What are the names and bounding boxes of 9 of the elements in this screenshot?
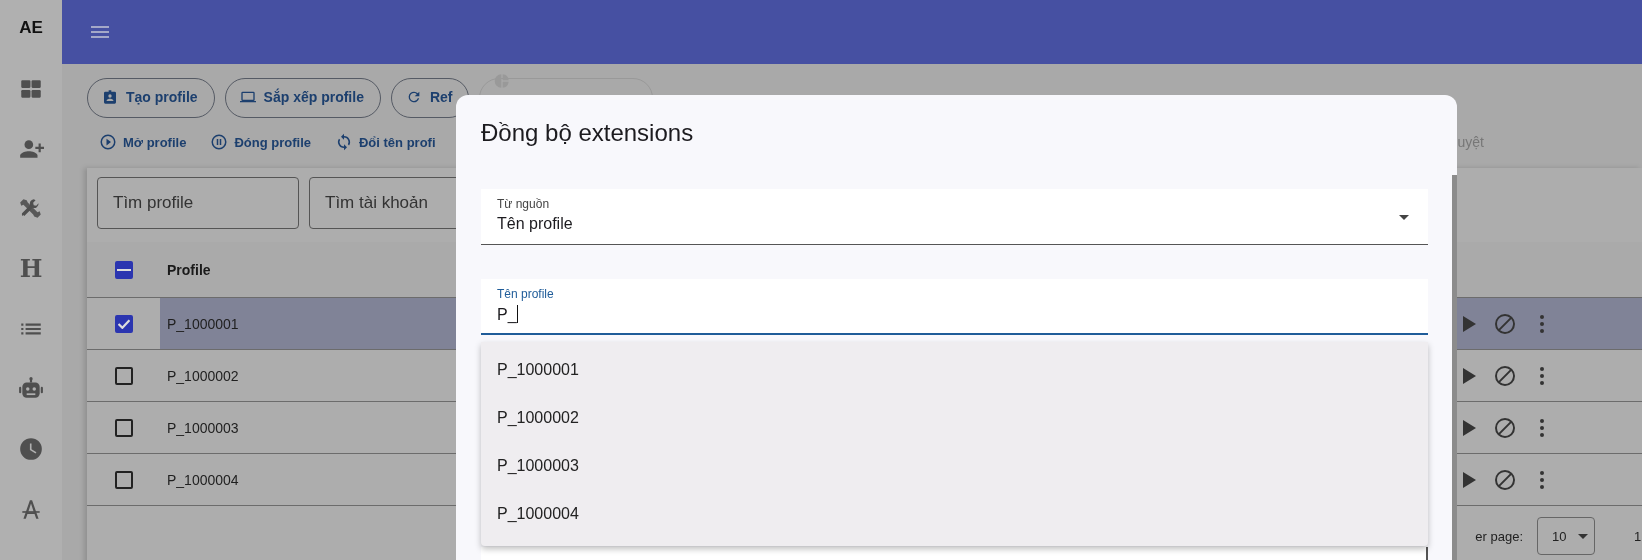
column-header: Profile xyxy=(166,261,211,278)
app-logo: AE xyxy=(19,18,43,39)
dialog-title: Đồng bộ extensions xyxy=(481,119,694,147)
profile-name: P_1000004 xyxy=(167,471,239,488)
profile-name: P_1000001 xyxy=(167,315,239,332)
rows-per-page-label: er page: xyxy=(1475,528,1523,544)
page-range: 1 xyxy=(1634,528,1642,544)
profile-name: P_1000002 xyxy=(167,367,239,384)
profile-name: P_1000003 xyxy=(167,419,239,436)
